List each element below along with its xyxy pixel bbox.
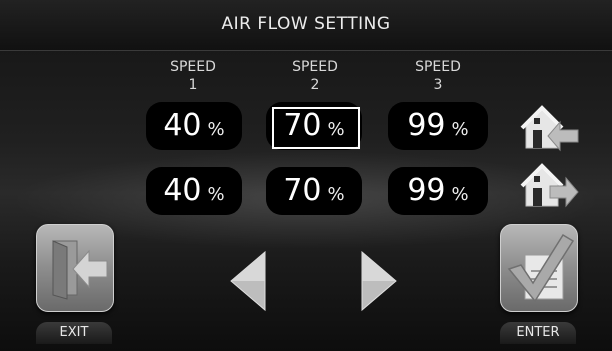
column-header-number: 2 — [310, 77, 320, 93]
house-arrow-out-icon — [520, 162, 580, 212]
title-bar: AIR FLOW SETTING — [0, 0, 612, 51]
exit-label: EXIT — [36, 322, 112, 344]
selection-highlight — [272, 107, 360, 149]
speed-value: 40 — [163, 173, 202, 208]
percent-unit: % — [327, 184, 345, 205]
percent-unit: % — [207, 119, 225, 140]
column-header-speed-2: SPEED 2 — [270, 58, 360, 94]
speed-1-exhaust-field[interactable]: 40% — [146, 167, 242, 215]
percent-unit: % — [207, 184, 225, 205]
column-header-label: SPEED — [292, 59, 338, 75]
percent-unit: % — [451, 184, 469, 205]
speed-value: 40 — [163, 108, 202, 143]
checkmark-document-icon — [507, 233, 575, 303]
arrow-right-icon[interactable] — [358, 248, 402, 314]
speed-value: 99 — [407, 108, 446, 143]
enter-label: ENTER — [500, 322, 576, 344]
exit-button[interactable] — [36, 224, 114, 312]
enter-button[interactable] — [500, 224, 578, 312]
speed-1-supply-field[interactable]: 40% — [146, 102, 242, 150]
page-title: AIR FLOW SETTING — [221, 14, 391, 34]
door-exit-icon — [52, 240, 108, 300]
column-header-number: 1 — [188, 77, 198, 93]
column-header-label: SPEED — [415, 59, 461, 75]
house-arrow-in-icon — [520, 104, 580, 154]
column-header-speed-3: SPEED 3 — [393, 58, 483, 94]
column-header-label: SPEED — [170, 59, 216, 75]
speed-2-exhaust-field[interactable]: 70% — [266, 167, 362, 215]
arrow-left-icon[interactable] — [225, 248, 269, 314]
speed-value: 99 — [407, 173, 446, 208]
column-header-speed-1: SPEED 1 — [148, 58, 238, 94]
percent-unit: % — [451, 119, 469, 140]
speed-3-exhaust-field[interactable]: 99% — [388, 167, 488, 215]
column-header-number: 3 — [433, 77, 443, 93]
speed-3-supply-field[interactable]: 99% — [388, 102, 488, 150]
speed-value: 70 — [283, 173, 322, 208]
